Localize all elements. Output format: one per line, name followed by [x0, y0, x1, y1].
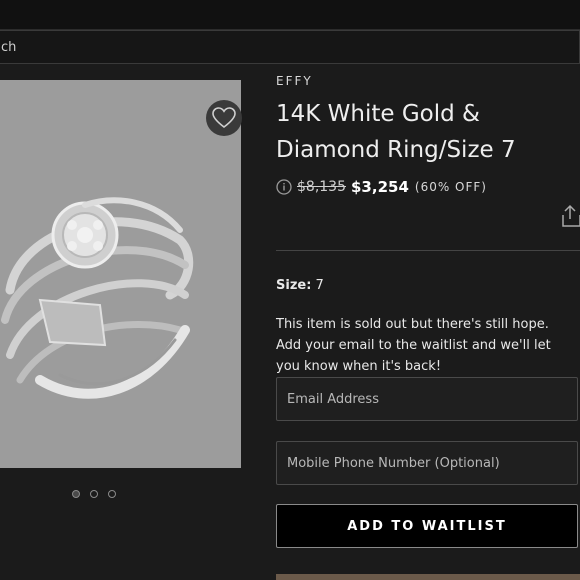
- gallery-dot[interactable]: [90, 490, 98, 498]
- gallery-dot[interactable]: [72, 490, 80, 498]
- email-input[interactable]: [287, 391, 577, 407]
- brand-name[interactable]: EFFY: [276, 74, 313, 88]
- top-bar: [0, 0, 580, 30]
- gallery-dot[interactable]: [108, 490, 116, 498]
- discount-label: (60% OFF): [414, 180, 487, 194]
- bottom-image-strip: [276, 574, 580, 580]
- wishlist-button[interactable]: [206, 100, 242, 136]
- info-icon[interactable]: [276, 179, 292, 195]
- divider: [276, 250, 580, 251]
- phone-input[interactable]: [287, 455, 577, 471]
- size-label: Size:: [276, 278, 312, 293]
- phone-field[interactable]: [276, 441, 578, 485]
- size-value: 7: [315, 278, 324, 293]
- search-bar[interactable]: [0, 30, 580, 64]
- add-to-waitlist-button[interactable]: ADD TO WAITLIST: [276, 504, 578, 548]
- sale-price: $3,254: [351, 178, 409, 196]
- size-row: Size: 7: [276, 278, 324, 293]
- original-price: $8,135: [297, 179, 346, 195]
- ring-image: [1, 197, 194, 399]
- gallery-dots: [72, 490, 116, 498]
- heart-icon: [212, 107, 236, 129]
- product-image[interactable]: [0, 80, 241, 468]
- share-icon[interactable]: [560, 204, 580, 228]
- search-input[interactable]: [1, 31, 579, 63]
- soldout-message: This item is sold out but there's still …: [276, 317, 551, 374]
- email-field[interactable]: [276, 377, 578, 421]
- product-title: 14K White Gold & Diamond Ring/Size 7: [276, 101, 516, 163]
- price-row: $8,135 $3,254 (60% OFF): [276, 178, 487, 196]
